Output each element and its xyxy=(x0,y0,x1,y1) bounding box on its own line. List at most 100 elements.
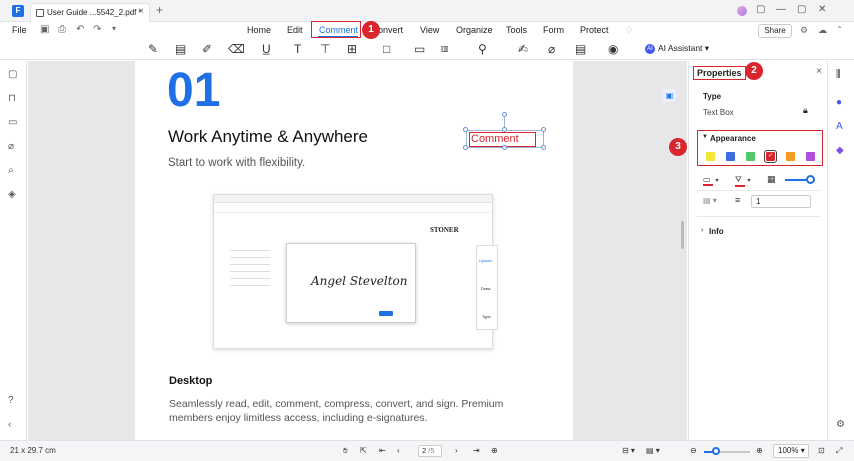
comments-icon[interactable]: ▭ xyxy=(8,117,17,128)
cloud-icon[interactable]: ☁ xyxy=(818,25,827,36)
appearance-label[interactable]: Appearance xyxy=(710,134,756,143)
textbox-icon[interactable]: ⊤ xyxy=(320,42,330,56)
color-swatch-orange[interactable] xyxy=(786,152,795,161)
settings-icon[interactable]: ⚙ xyxy=(800,25,808,36)
rotate-page-icon[interactable]: ⊕ xyxy=(491,446,498,455)
info-chevron-icon[interactable]: › xyxy=(701,227,703,234)
zoom-in-icon[interactable]: ⊕ xyxy=(756,446,763,455)
bookmark-icon[interactable]: ⊓ xyxy=(8,93,16,104)
share-button[interactable]: Share xyxy=(758,24,792,38)
line-width-input[interactable]: 1 xyxy=(751,195,811,208)
highlight-icon[interactable]: ✎ xyxy=(148,42,158,56)
resize-handle-br[interactable] xyxy=(541,145,546,150)
measure-icon[interactable]: ▥ xyxy=(441,44,449,53)
signature-icon[interactable]: ✍ xyxy=(518,42,528,56)
menu-edit[interactable]: Edit xyxy=(287,25,303,35)
first-page-icon[interactable]: ⇤ xyxy=(379,446,386,455)
pdf-page[interactable]: 01 Work Anytime & Anywhere Start to work… xyxy=(135,61,573,440)
collapse-left-icon[interactable]: ‹ xyxy=(8,419,11,430)
callout-icon[interactable]: ⊞ xyxy=(347,42,357,56)
ai-chat-icon[interactable]: ● xyxy=(836,97,842,108)
document-tab[interactable]: User Guide ...5542_2.pdf * × xyxy=(30,3,150,22)
menu-organize[interactable]: Organize xyxy=(456,25,493,35)
quick-access-chevron-icon[interactable]: ▾ xyxy=(112,24,116,33)
resize-handle-tr[interactable] xyxy=(541,127,546,132)
ocr-icon[interactable]: ▣ xyxy=(663,89,676,102)
color-swatch-purple[interactable] xyxy=(806,152,815,161)
appearance-chevron-icon[interactable]: ▼ xyxy=(702,134,708,140)
hand-tool-icon[interactable]: ✋︎ xyxy=(343,446,348,456)
attachments-icon[interactable]: ⌀ xyxy=(8,141,14,152)
rail-settings-icon[interactable]: ⚙ xyxy=(836,419,845,430)
tab-close-icon[interactable]: × xyxy=(138,6,144,17)
next-page-icon[interactable]: › xyxy=(455,446,458,455)
border-style-picker[interactable]: ▤ ▾ xyxy=(703,196,717,205)
lightbulb-icon[interactable]: ♢ xyxy=(625,25,633,36)
redo-icon[interactable]: ↷ xyxy=(93,24,101,35)
message-icon[interactable]: ▢ xyxy=(756,4,765,15)
select-tool-icon[interactable]: ⇱ xyxy=(360,446,367,455)
last-page-icon[interactable]: ⇥ xyxy=(473,446,480,455)
color-swatch-blue[interactable] xyxy=(726,152,735,161)
prev-page-icon[interactable]: ‹ xyxy=(397,446,400,455)
window-close-icon[interactable]: ✕ xyxy=(818,4,826,15)
page-number-input[interactable]: 2 /5 xyxy=(418,445,442,457)
document-scrollbar[interactable] xyxy=(681,221,684,249)
underline-icon[interactable]: U̲ xyxy=(262,42,271,56)
avatar[interactable] xyxy=(737,6,747,16)
menu-view[interactable]: View xyxy=(420,25,439,35)
eraser-icon[interactable]: ⌫ xyxy=(228,42,245,56)
fill-color-picker[interactable]: ⛛ ▾ xyxy=(735,174,751,187)
color-swatch-yellow[interactable] xyxy=(706,152,715,161)
zoom-level-select[interactable]: 100% ▾ xyxy=(773,444,809,458)
note-icon[interactable]: ▭ xyxy=(414,42,425,56)
resize-handle-bm[interactable] xyxy=(502,145,507,150)
color-swatch-red[interactable]: ✓ xyxy=(764,150,777,163)
menu-home[interactable]: Home xyxy=(247,25,271,35)
maximize-icon[interactable]: ▢ xyxy=(797,4,806,15)
properties-panel-icon[interactable]: ⫼ xyxy=(836,69,841,80)
thumbnails-icon[interactable]: ▢ xyxy=(8,69,17,80)
stamp-icon[interactable]: ⚲ xyxy=(478,42,487,56)
menu-protect[interactable]: Protect xyxy=(580,25,609,35)
resize-handle-bl[interactable] xyxy=(463,145,468,150)
attachment-icon[interactable]: ⌀ xyxy=(548,42,555,56)
lock-icon[interactable]: 🔒︎ xyxy=(803,105,808,116)
help-icon[interactable]: ? xyxy=(8,395,14,406)
layers-icon[interactable]: ◈ xyxy=(8,189,16,200)
save-icon[interactable]: ▣ xyxy=(40,24,49,35)
new-tab-button[interactable]: + xyxy=(156,3,163,17)
text-color-picker[interactable]: ▭ ▾ xyxy=(703,174,719,186)
document-viewport[interactable]: 01 Work Anytime & Anywhere Start to work… xyxy=(28,61,687,440)
sidebar-app-icon[interactable]: ◆ xyxy=(836,145,844,156)
undo-icon[interactable]: ↶ xyxy=(76,24,84,35)
menu-file[interactable]: File xyxy=(12,25,27,35)
text-icon[interactable]: T xyxy=(294,42,301,56)
sticky-note-icon[interactable]: ▤ xyxy=(175,42,186,56)
menu-form[interactable]: Form xyxy=(543,25,564,35)
shape-icon[interactable]: □ xyxy=(383,42,390,56)
view-mode-icon[interactable]: ▤ ▾ xyxy=(646,446,660,455)
color-swatch-green[interactable] xyxy=(746,152,755,161)
page-layout-icon[interactable]: ⊟ ▾ xyxy=(622,446,635,455)
properties-close-icon[interactable]: × xyxy=(816,66,822,77)
zoom-out-icon[interactable]: ⊖ xyxy=(690,446,697,455)
translate-icon[interactable]: A xyxy=(836,121,843,132)
search-icon[interactable]: ⌕ xyxy=(8,165,14,176)
print-icon[interactable]: ⎙ xyxy=(58,24,66,35)
ai-assistant-button[interactable]: AI AI Assistant ▾ xyxy=(645,43,709,54)
opacity-slider-knob[interactable] xyxy=(806,175,815,184)
zoom-slider-knob[interactable] xyxy=(711,447,720,455)
collapse-chevron-icon[interactable]: ⌃ xyxy=(836,25,843,34)
fullscreen-icon[interactable]: ⤢ xyxy=(836,446,842,456)
pen-icon[interactable]: ✐ xyxy=(202,42,212,56)
resize-handle-tl[interactable] xyxy=(463,127,468,132)
comment-list-icon[interactable]: ▤ xyxy=(575,42,586,56)
fit-page-icon[interactable]: ⊡ xyxy=(818,446,825,455)
menu-tools[interactable]: Tools xyxy=(506,25,527,35)
eye-icon[interactable]: ◉ xyxy=(608,42,618,56)
info-label[interactable]: Info xyxy=(709,227,724,236)
resize-handle-tm[interactable] xyxy=(502,127,507,132)
menu-convert[interactable]: Convert xyxy=(379,25,403,35)
minimize-icon[interactable]: — xyxy=(776,4,786,15)
